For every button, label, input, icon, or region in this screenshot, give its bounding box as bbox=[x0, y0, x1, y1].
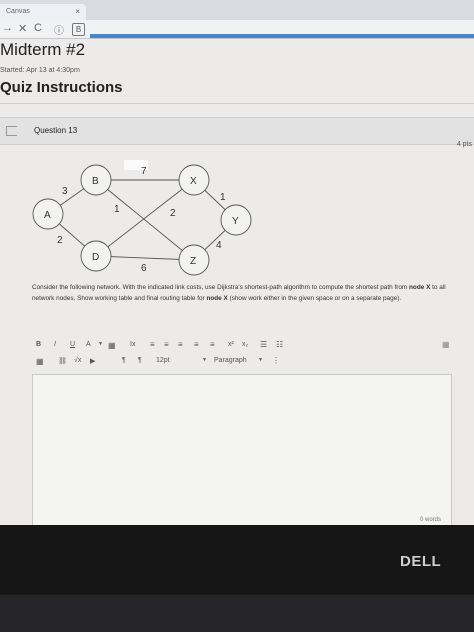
dell-logo: DELL bbox=[400, 553, 442, 570]
edge-label-d-z: 6 bbox=[141, 263, 147, 274]
reload-icon[interactable]: C bbox=[34, 22, 42, 34]
question-text: Consider the following network. With the… bbox=[32, 282, 452, 304]
question-header: Question 13 bbox=[0, 117, 474, 145]
edge-label-x-y: 1 bbox=[220, 192, 226, 203]
started-time: Started: Apr 13 at 4:30pm bbox=[0, 67, 80, 74]
node-label-y: Y bbox=[232, 216, 239, 227]
edge-label-b-z: 1 bbox=[114, 204, 120, 215]
node-label-d: D bbox=[92, 252, 99, 263]
question-title: Question 13 bbox=[34, 126, 78, 135]
clear-format-button[interactable]: Ix bbox=[130, 341, 135, 348]
edge-label-b-x: 7 bbox=[141, 166, 147, 177]
subscript-button[interactable]: x₂ bbox=[242, 341, 248, 348]
paragraph-dropdown-icon[interactable]: ▼ bbox=[258, 357, 263, 363]
accessibility-icon[interactable]: ▦ bbox=[442, 340, 450, 349]
font-size-dropdown-icon[interactable]: ▼ bbox=[202, 357, 207, 363]
tab-title: Canvas bbox=[6, 8, 30, 15]
link-button[interactable]: ⛓ bbox=[58, 357, 67, 365]
loading-bar bbox=[90, 34, 474, 38]
edge-label-a-b: 3 bbox=[62, 186, 68, 197]
media-button[interactable]: ▶ bbox=[90, 357, 95, 365]
font-color-dropdown-icon[interactable]: ▼ bbox=[98, 341, 103, 347]
numbered-list-button[interactable]: ☷ bbox=[276, 340, 283, 349]
page-title: Midterm #2 bbox=[0, 40, 86, 59]
equation-button[interactable]: √x bbox=[74, 357, 81, 364]
bullet-list-button[interactable]: ☰ bbox=[260, 340, 267, 349]
flag-icon[interactable] bbox=[6, 126, 17, 136]
question-text-part: (show work either in the given space or … bbox=[227, 295, 402, 302]
more-options-button[interactable]: ⋮ bbox=[272, 356, 280, 365]
highlight-button[interactable]: ▦ bbox=[108, 341, 116, 350]
node-label-x: X bbox=[190, 176, 197, 187]
word-count: 0 words bbox=[419, 517, 441, 523]
align-center-button[interactable]: ≡ bbox=[164, 340, 169, 349]
editor-toolbar: B I U A ▼ ▦ Ix ≡ ≡ ≡ ≡ ≡ x² x₂ ☰ ☷ ▦ ▦ ⛓… bbox=[32, 338, 452, 374]
paragraph-select[interactable]: Paragraph bbox=[214, 357, 247, 364]
stop-icon[interactable]: ✕ bbox=[18, 22, 27, 35]
table-button[interactable]: ▦ bbox=[36, 357, 44, 366]
edge-label-z-y: 4 bbox=[216, 240, 222, 251]
laptop-hinge bbox=[0, 595, 474, 632]
question-text-node: node X bbox=[409, 284, 431, 291]
screen: Canvas × → ✕ C ⓘ B Midterm #2 Started: A… bbox=[0, 0, 474, 525]
browser-tab-bar: Canvas × bbox=[0, 0, 474, 20]
browser-nav-bar: → ✕ C ⓘ B bbox=[0, 20, 474, 39]
question-points: 4 pts bbox=[456, 141, 472, 148]
bold-button[interactable]: B bbox=[36, 341, 41, 348]
edge-b-z bbox=[95, 179, 195, 261]
rtl-button[interactable]: ¶ bbox=[138, 357, 142, 364]
browser-tab[interactable]: Canvas × bbox=[0, 4, 86, 20]
superscript-button[interactable]: x² bbox=[228, 341, 234, 348]
node-label-z: Z bbox=[190, 256, 196, 267]
question-text-node: node X bbox=[206, 295, 228, 302]
divider bbox=[0, 103, 474, 104]
answer-textarea[interactable]: 0 words bbox=[32, 374, 452, 525]
indent-button[interactable]: ≡ bbox=[210, 340, 215, 349]
italic-button[interactable]: I bbox=[54, 341, 56, 348]
back-icon[interactable]: → bbox=[2, 22, 13, 34]
close-tab-icon[interactable]: × bbox=[75, 7, 80, 16]
align-left-button[interactable]: ≡ bbox=[150, 340, 155, 349]
edge-d-x bbox=[95, 179, 195, 257]
question-text-part: Consider the following network. With the… bbox=[32, 284, 410, 291]
quiz-instructions-heading: Quiz Instructions bbox=[0, 79, 123, 96]
info-icon[interactable]: ⓘ bbox=[54, 22, 64, 37]
font-color-button[interactable]: A bbox=[86, 341, 91, 348]
node-label-a: A bbox=[44, 210, 51, 221]
align-justify-button[interactable]: ≡ bbox=[194, 340, 199, 349]
font-size-select[interactable]: 12pt bbox=[156, 357, 170, 364]
node-label-b: B bbox=[92, 176, 99, 187]
edge-label-a-d: 2 bbox=[57, 235, 63, 246]
align-right-button[interactable]: ≡ bbox=[178, 340, 183, 349]
network-graph: A B D X Z Y 3 2 7 1 2 6 1 4 bbox=[32, 160, 252, 276]
answer-editor: B I U A ▼ ▦ Ix ≡ ≡ ≡ ≡ ≡ x² x₂ ☰ ☷ ▦ ▦ ⛓… bbox=[32, 338, 452, 525]
ltr-button[interactable]: ¶ bbox=[122, 357, 126, 364]
underline-button[interactable]: U bbox=[70, 341, 75, 348]
page-icon[interactable]: B bbox=[72, 23, 85, 36]
edge-label-d-x: 2 bbox=[170, 208, 176, 219]
